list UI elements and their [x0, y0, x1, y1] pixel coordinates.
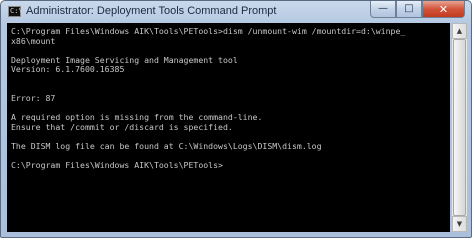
command-prompt-icon[interactable]: C:\ — [8, 6, 23, 17]
console-line: Version: 6.1.7600.16385 — [11, 64, 125, 75]
console-line: C:\Program Files\Windows AIK\Tools\PEToo… — [11, 160, 223, 171]
console-line: x86\mount — [11, 35, 56, 46]
window-title: Administrator: Deployment Tools Command … — [26, 5, 277, 17]
console-output[interactable]: C:\Program Files\Windows AIK\Tools\PEToo… — [7, 23, 450, 232]
console-line: C:\Program Files\Windows AIK\Tools\PEToo… — [11, 26, 406, 36]
title-bar[interactable]: C:\ Administrator: Deployment Tools Comm… — [1, 1, 471, 23]
minimize-button[interactable]: — — [370, 1, 396, 18]
vertical-scrollbar[interactable]: ▲ ▼ — [451, 23, 467, 232]
console-line: The DISM log file can be found at C:\Win… — [11, 141, 322, 152]
scroll-up-arrow-icon[interactable]: ▲ — [452, 23, 467, 39]
console-line: Error: 87 — [11, 93, 56, 104]
scroll-down-arrow-icon[interactable]: ▼ — [452, 216, 467, 232]
console-line: Ensure that /commit or /discard is speci… — [11, 121, 233, 132]
close-button[interactable]: ✕ — [422, 1, 465, 18]
scroll-thumb[interactable] — [453, 39, 466, 216]
command-prompt-window: C:\ Administrator: Deployment Tools Comm… — [0, 0, 472, 238]
caption-buttons: — □ ✕ — [370, 1, 465, 19]
maximize-button[interactable]: □ — [396, 1, 422, 18]
